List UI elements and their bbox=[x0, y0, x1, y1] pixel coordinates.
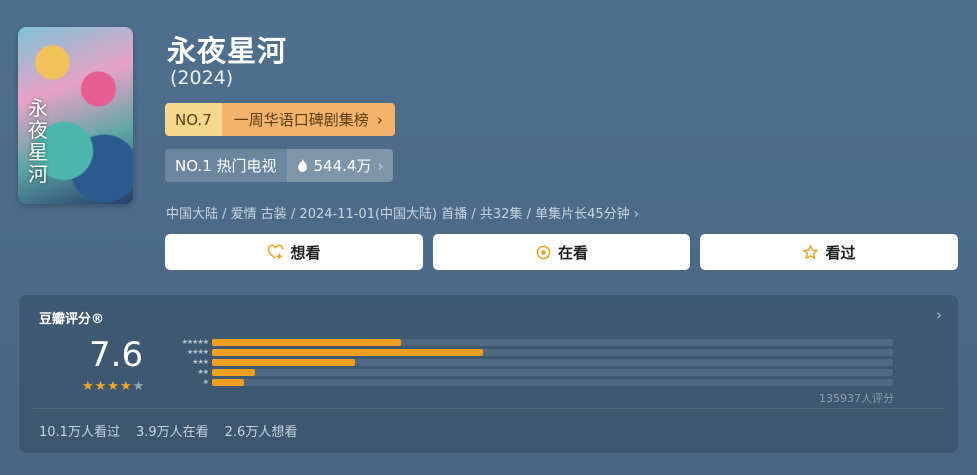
rating-row-4: ★★★★ bbox=[164, 347, 893, 357]
poster-title: 永夜星河 bbox=[28, 96, 48, 186]
watching-count: 3.9万人在看 bbox=[135, 425, 209, 440]
chevron-right-icon: › bbox=[376, 110, 383, 129]
rating-row-1: ★ bbox=[164, 377, 893, 387]
chevron-right-icon[interactable]: › bbox=[936, 306, 942, 324]
bar-fill bbox=[212, 358, 355, 366]
flame-icon bbox=[297, 159, 307, 172]
weekly-rank-label-wrap: 一周华语口碑剧集榜 › bbox=[221, 103, 395, 136]
hot-rank-badge[interactable]: NO.1 热门电视 544.4万 › bbox=[165, 149, 394, 182]
watched-count: 10.1万人看过 bbox=[39, 425, 120, 440]
star-outline-icon bbox=[803, 244, 819, 259]
weekly-rank-number: NO.7 bbox=[165, 103, 222, 136]
heat-value: 544.4万 bbox=[313, 157, 372, 175]
want-to-watch-button[interactable]: 想看 bbox=[165, 234, 423, 270]
bar-fill bbox=[212, 368, 255, 376]
release-year: (2024) bbox=[170, 67, 234, 89]
row-stars-label: ★★★★★ bbox=[181, 338, 209, 346]
watching-label: 在看 bbox=[557, 243, 588, 262]
rating-stars: ★★★★★ bbox=[82, 379, 145, 394]
watched-label: 看过 bbox=[825, 243, 856, 262]
hot-rank-label: NO.1 热门电视 bbox=[165, 149, 287, 182]
bar-fill bbox=[212, 348, 484, 356]
row-stars-label: ★ bbox=[202, 378, 209, 386]
row-stars-label: ★★ bbox=[197, 368, 209, 376]
bar-track bbox=[212, 338, 893, 346]
page-title: 永夜星河 bbox=[167, 34, 288, 68]
weekly-rank-label: 一周华语口碑剧集榜 bbox=[233, 111, 369, 129]
bar-track bbox=[212, 368, 893, 376]
rating-row-5: ★★★★★ bbox=[164, 337, 893, 347]
star-filled-icons: ★★★★ bbox=[82, 379, 133, 394]
bar-fill bbox=[212, 378, 244, 386]
row-stars-label: ★★★ bbox=[192, 358, 209, 366]
show-meta-info[interactable]: 中国大陆 / 爱情 古装 / 2024-11-01(中国大陆) 首播 / 共32… bbox=[166, 203, 639, 222]
heart-plus-icon bbox=[268, 244, 284, 259]
rating-row-3: ★★★ bbox=[164, 357, 893, 367]
chevron-right-icon: › bbox=[377, 156, 384, 175]
bar-track bbox=[212, 378, 893, 386]
weekly-rank-badge[interactable]: NO.7 一周华语口碑剧集榜 › bbox=[165, 103, 395, 136]
divider bbox=[33, 408, 944, 409]
watched-button[interactable]: 看过 bbox=[700, 234, 958, 270]
rating-distribution: ★★★★★ ★★★★ ★★★ ★★ ★ bbox=[164, 337, 893, 387]
rating-title: 豆瓣评分® bbox=[39, 312, 105, 327]
rating-score: 7.6 bbox=[89, 335, 144, 375]
rating-count: 135937人评分 bbox=[819, 392, 894, 405]
rating-row-2: ★★ bbox=[164, 367, 893, 377]
watching-button[interactable]: 在看 bbox=[433, 234, 690, 270]
target-icon bbox=[536, 245, 551, 259]
row-stars-label: ★★★★ bbox=[186, 348, 209, 356]
heat-wrap: 544.4万 › bbox=[286, 149, 394, 182]
audience-stats: 10.1万人看过 3.9万人在看 2.6万人想看 bbox=[39, 421, 297, 440]
bar-track bbox=[212, 348, 893, 356]
poster-image[interactable]: 永夜星河 bbox=[18, 27, 133, 204]
bar-track bbox=[212, 358, 893, 366]
star-empty-icon: ★ bbox=[132, 379, 146, 394]
want-label: 想看 bbox=[290, 243, 321, 262]
rating-panel[interactable]: 豆瓣评分® › 7.6 ★★★★★ ★★★★★ ★★★★ ★★★ ★★ ★ 13… bbox=[19, 295, 958, 453]
bar-fill bbox=[212, 338, 401, 346]
want-count: 2.6万人想看 bbox=[224, 425, 298, 440]
